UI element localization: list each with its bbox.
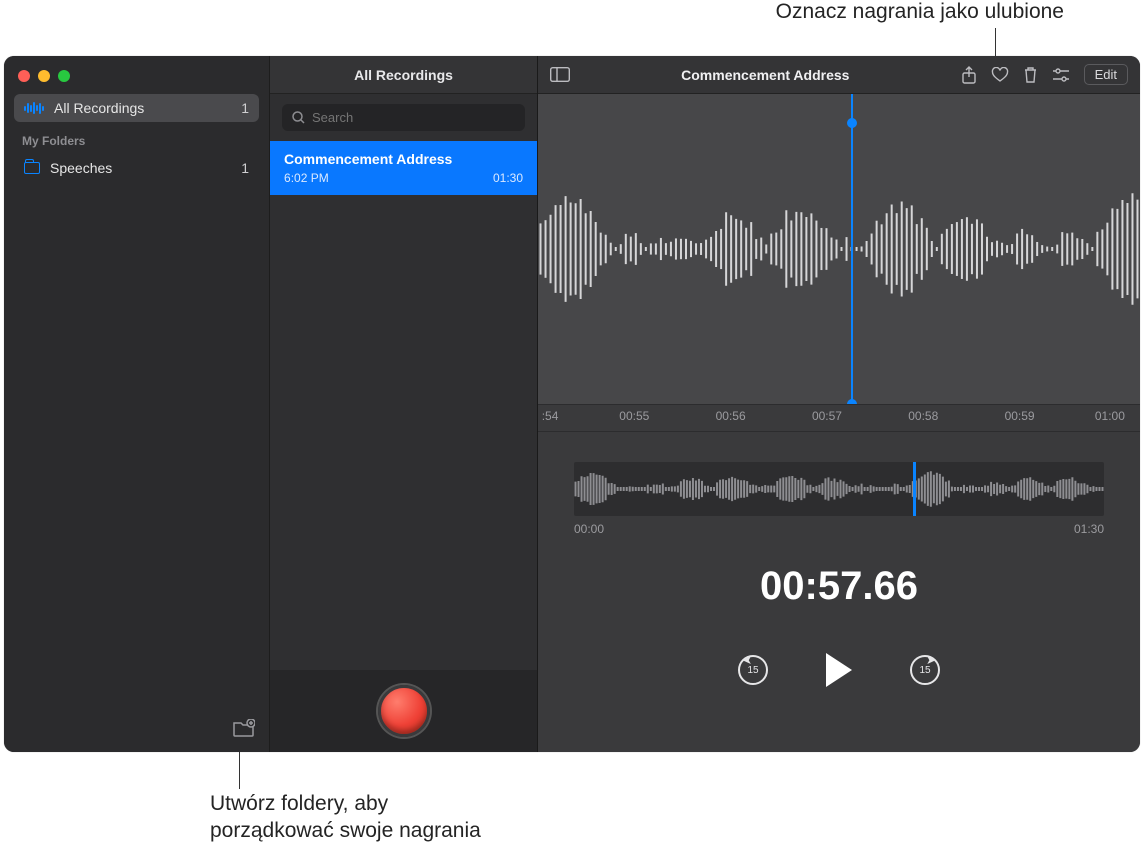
sidebar-all-recordings-label: All Recordings (54, 100, 144, 116)
recording-item[interactable]: Commencement Address 6:02 PM 01:30 (270, 141, 537, 195)
recording-item-duration: 01:30 (493, 171, 523, 185)
overview-playhead[interactable] (913, 462, 916, 516)
close-window-button[interactable] (18, 70, 30, 82)
toggle-sidebar-button[interactable] (550, 67, 570, 82)
recordings-list: All Recordings Commencement Address 6:02… (270, 56, 538, 752)
waveform-overview[interactable] (574, 462, 1104, 516)
callout-new-folder-line2: porządkować swoje nagrania (210, 817, 481, 844)
overview-start-label: 00:00 (574, 522, 604, 536)
search-icon (292, 111, 305, 129)
current-time: 00:57.66 (538, 564, 1140, 609)
recording-item-title: Commencement Address (284, 151, 523, 167)
new-folder-icon (233, 719, 255, 737)
transport-controls: ➤ 15 ➤ 15 (538, 653, 1140, 687)
record-button[interactable] (378, 685, 430, 737)
ruler-tick: 00:59 (1005, 409, 1035, 423)
time-ruler: :54 00:55 00:56 00:57 00:58 00:59 01:00 (538, 404, 1140, 432)
detail-pane: Commencement Address Edit :54 00:55 00 (538, 56, 1140, 752)
playhead[interactable] (851, 94, 853, 404)
overview-end-label: 01:30 (1074, 522, 1104, 536)
sidebar-folder-count: 1 (241, 160, 249, 176)
sidebar: All Recordings 1 My Folders Speeches 1 (4, 56, 270, 752)
skip-forward-15-button[interactable]: ➤ 15 (910, 655, 940, 685)
callout-new-folder: Utwórz foldery, aby porządkować swoje na… (210, 790, 481, 845)
sidebar-item-all-recordings[interactable]: All Recordings 1 (14, 94, 259, 122)
trash-icon (1023, 66, 1038, 83)
sidebar-icon (550, 67, 570, 82)
waveform-main[interactable] (538, 94, 1140, 404)
recording-item-time: 6:02 PM (284, 171, 329, 185)
skip-back-15-button[interactable]: ➤ 15 (738, 655, 768, 685)
favorite-button[interactable] (991, 67, 1009, 83)
callout-favorite: Oznacz nagrania jako ulubione (776, 0, 1064, 24)
voice-memos-window: All Recordings 1 My Folders Speeches 1 A… (4, 56, 1140, 752)
fullscreen-window-button[interactable] (58, 70, 70, 82)
list-header: All Recordings (270, 56, 537, 94)
heart-icon (991, 67, 1009, 83)
play-button[interactable] (826, 653, 852, 687)
sidebar-heading-my-folders: My Folders (4, 124, 269, 152)
playback-settings-button[interactable] (1052, 68, 1070, 82)
arrow-back-icon: ➤ (742, 653, 752, 667)
folder-icon (24, 162, 40, 174)
delete-button[interactable] (1023, 66, 1038, 83)
ruler-tick: 01:00 (1095, 409, 1125, 423)
ruler-tick: 00:55 (619, 409, 649, 423)
play-icon (826, 653, 852, 687)
ruler-tick: 00:57 (812, 409, 842, 423)
sidebar-folder-label: Speeches (50, 160, 112, 176)
share-button[interactable] (961, 66, 977, 84)
waveform-overview-svg (574, 462, 1104, 516)
list-header-title: All Recordings (354, 67, 453, 83)
callout-new-folder-line1: Utwórz foldery, aby (210, 790, 481, 817)
waveform-main-svg (538, 94, 1140, 404)
sidebar-item-speeches[interactable]: Speeches 1 (14, 154, 259, 182)
waveform-icon (24, 101, 44, 115)
search-wrap (270, 94, 537, 141)
sliders-icon (1052, 68, 1070, 82)
ruler-tick: 00:58 (908, 409, 938, 423)
callout-new-folder-leader (239, 747, 240, 789)
new-folder-button[interactable] (233, 719, 255, 742)
search-input[interactable] (282, 104, 525, 131)
recording-title: Commencement Address (584, 67, 947, 83)
sidebar-all-recordings-count: 1 (241, 100, 249, 116)
edit-button[interactable]: Edit (1084, 64, 1128, 85)
arrow-forward-icon: ➤ (926, 653, 936, 667)
ruler-tick: :54 (542, 409, 559, 423)
minimize-window-button[interactable] (38, 70, 50, 82)
toolbar: Commencement Address Edit (538, 56, 1140, 94)
window-controls (4, 56, 269, 92)
ruler-tick: 00:56 (716, 409, 746, 423)
overview-area: 00:00 01:30 (538, 432, 1140, 536)
share-icon (961, 66, 977, 84)
sidebar-footer (4, 709, 269, 752)
record-footer (270, 670, 537, 752)
